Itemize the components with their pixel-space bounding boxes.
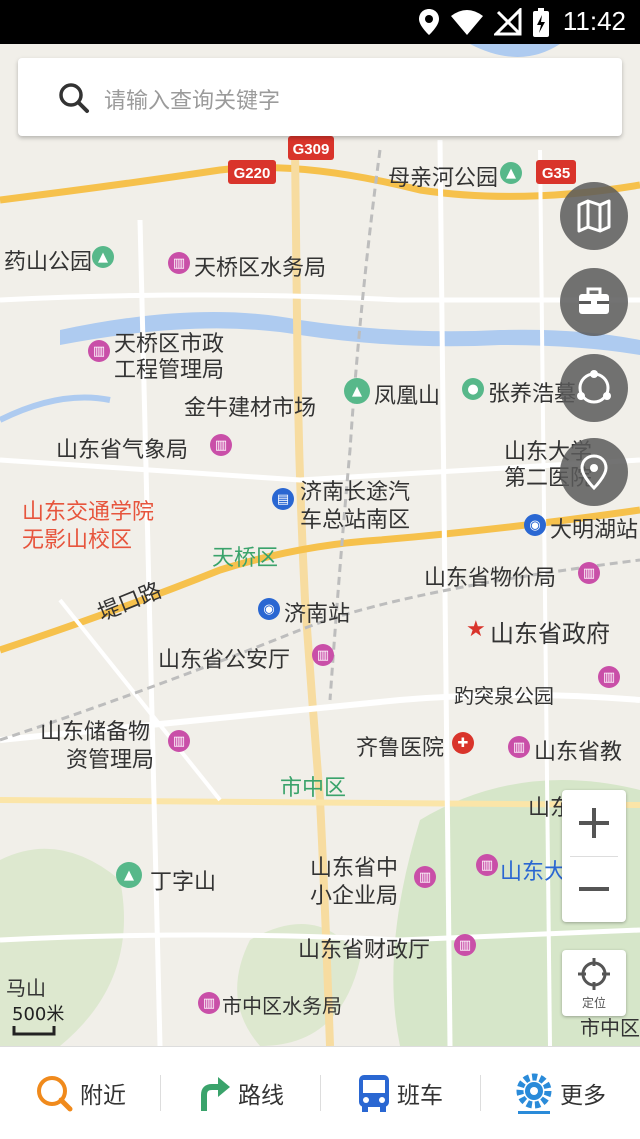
poi-traffic-2[interactable]: 无影山校区	[22, 522, 132, 554]
government-icon: ▥	[312, 644, 334, 666]
crosshair-icon	[578, 958, 610, 990]
train-station-icon: ◉	[258, 598, 280, 620]
svg-text:G309: G309	[293, 141, 330, 158]
scale-bar	[12, 1026, 56, 1036]
briefcase-icon	[579, 287, 609, 314]
poi-qilu[interactable]: 齐鲁医院	[356, 730, 444, 762]
poi-price[interactable]: 山东省物价局	[424, 560, 556, 592]
poi-daminghu[interactable]: 大明湖站	[550, 512, 638, 544]
park-icon: ▲	[500, 162, 522, 184]
zoom-in-button[interactable]	[562, 790, 626, 856]
government-icon: ▥	[210, 434, 232, 456]
poi-reserve-2[interactable]: 资管理局	[66, 742, 154, 774]
location-status-icon	[419, 9, 439, 35]
wifi-icon	[451, 10, 483, 35]
poi-dingzi[interactable]: 丁字山	[150, 864, 216, 896]
government-icon: ▥	[598, 666, 620, 688]
tab-shuttle-label: 班车	[397, 1083, 443, 1109]
tab-shuttle[interactable]: 班车	[320, 1047, 480, 1139]
toolbox-button[interactable]	[560, 268, 628, 336]
share-button[interactable]	[560, 354, 628, 422]
bus-station-icon: ▤	[272, 488, 294, 510]
scenic-icon: ●	[462, 378, 484, 400]
search-icon	[59, 83, 89, 113]
poi-baotu[interactable]: 趵突泉公园	[454, 680, 554, 709]
poi-bus-2[interactable]: 车总站南区	[300, 502, 410, 534]
park-icon: ▲	[92, 246, 114, 268]
gear-icon	[516, 1073, 552, 1114]
poi-sme-2[interactable]: 小企业局	[310, 878, 398, 910]
poi-edu[interactable]: 山东省教	[534, 734, 622, 766]
tab-more-label: 更多	[560, 1083, 606, 1109]
poi-tianqiao-eng-2[interactable]: 工程管理局	[114, 352, 224, 384]
signal-off-icon	[494, 8, 522, 36]
battery-charging-icon	[533, 8, 549, 37]
poi-muqinhe[interactable]: 母亲河公园	[388, 160, 498, 192]
poi-tianqiao-water[interactable]: 天桥区水务局	[194, 250, 326, 282]
bottom-tab-bar: 附近 路线 班车 更多	[0, 1046, 640, 1139]
route-arrow-icon	[201, 1077, 230, 1111]
poi-yaoshan[interactable]: 药山公园	[4, 244, 92, 276]
poi-sdu-short[interactable]: 山东大	[500, 854, 566, 886]
star-icon: ★	[466, 617, 486, 642]
mountain-icon: ▲	[344, 378, 370, 404]
search-bar[interactable]: 请输入查询关键字	[18, 58, 622, 136]
shield-g220: G220	[228, 160, 276, 184]
zoom-out-button[interactable]	[562, 856, 626, 922]
hospital-icon: ✚	[452, 732, 474, 754]
map-scale: 500米	[12, 1000, 64, 1036]
nearby-location-button[interactable]	[560, 438, 628, 506]
district-shizhong: 市中区	[280, 776, 347, 801]
bus-icon	[359, 1075, 389, 1112]
government-icon: ▥	[168, 252, 190, 274]
map-view[interactable]: G309 G220 G35 ★ 母亲河公园 ▲ 药山公园 ▲ ▥ 天桥区水务局 …	[0, 44, 640, 1046]
tab-nearby-label: 附近	[80, 1083, 126, 1109]
metro-station-icon: ◉	[524, 514, 546, 536]
tab-nearby[interactable]: 附近	[0, 1047, 160, 1139]
mountain-icon: ▲	[116, 862, 142, 888]
government-icon: ▥	[454, 934, 476, 956]
zoom-controls	[562, 790, 626, 922]
pin-icon	[580, 454, 608, 490]
tab-route[interactable]: 路线	[160, 1047, 320, 1139]
university-icon: ▥	[476, 854, 498, 876]
government-icon: ▥	[88, 340, 110, 362]
map-icon	[577, 199, 611, 233]
status-time: 11:42	[562, 6, 626, 36]
locate-label: 定位	[581, 996, 606, 1010]
nearby-icon	[37, 1076, 73, 1112]
government-icon: ▥	[414, 866, 436, 888]
poi-jinan-station[interactable]: 济南站	[284, 596, 350, 628]
status-bar: 11:42	[0, 0, 640, 44]
plus-icon	[579, 808, 609, 838]
government-icon: ▥	[578, 562, 600, 584]
shield-g35: G35	[536, 160, 576, 184]
search-input[interactable]: 请输入查询关键字	[104, 83, 280, 115]
shield-g309: G309	[288, 136, 334, 160]
svg-text:G220: G220	[234, 165, 271, 182]
poi-finance[interactable]: 山东省财政厅	[298, 932, 430, 964]
scale-label: 500米	[12, 1004, 65, 1025]
district-tianqiao: 天桥区	[212, 546, 279, 571]
tab-route-label: 路线	[238, 1083, 284, 1109]
poi-police[interactable]: 山东省公安厅	[158, 642, 290, 674]
svg-text:G35: G35	[542, 165, 570, 182]
locate-button[interactable]: 定位	[562, 950, 626, 1016]
layers-button[interactable]	[560, 182, 628, 250]
poi-jinniu[interactable]: 金牛建材市场	[184, 390, 316, 422]
government-icon: ▥	[508, 736, 530, 758]
tab-more[interactable]: 更多	[480, 1047, 640, 1139]
government-icon: ▥	[198, 992, 220, 1014]
poi-sz-right[interactable]: 市中区	[580, 1012, 640, 1041]
poi-weather[interactable]: 山东省气象局	[56, 432, 188, 464]
government-icon: ▥	[168, 730, 190, 752]
minus-icon	[579, 887, 609, 891]
poi-gov[interactable]: 山东省政府	[490, 614, 610, 649]
poi-sz-water[interactable]: 市中区水务局	[222, 990, 342, 1019]
poi-mashan[interactable]: 马山	[6, 972, 46, 1001]
share-network-icon	[577, 370, 611, 404]
poi-fenghuang[interactable]: 凤凰山	[374, 378, 440, 410]
